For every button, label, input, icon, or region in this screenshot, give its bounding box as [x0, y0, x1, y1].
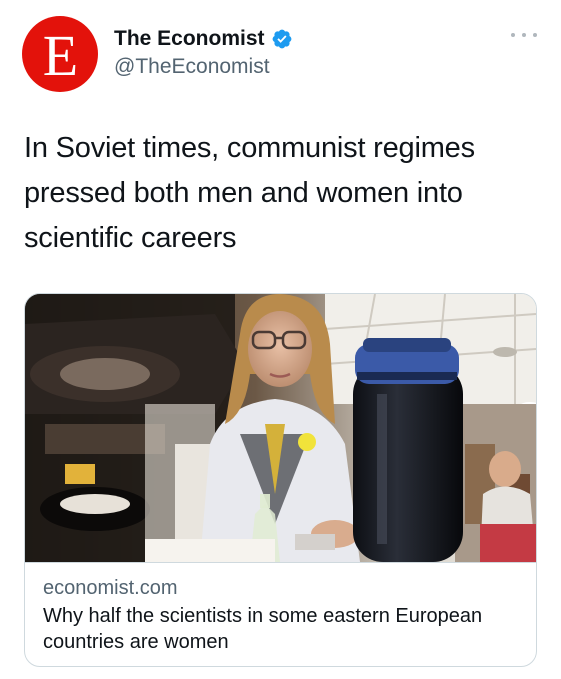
- more-dot: [522, 33, 526, 37]
- more-dot: [511, 33, 515, 37]
- tweet-text: In Soviet times, communist regimes press…: [24, 132, 475, 254]
- name-row: The Economist: [114, 26, 293, 52]
- card-image: [25, 294, 536, 562]
- more-options-icon[interactable]: [511, 30, 537, 40]
- card-title[interactable]: Why half the scientists in some eastern …: [43, 603, 503, 655]
- tweet: E The Economist @TheEconomist In Soviet …: [0, 0, 561, 679]
- avatar-logo-letter: E: [42, 23, 78, 88]
- card-meta: economist.com Why half the scientists in…: [25, 562, 536, 666]
- handle[interactable]: @TheEconomist: [114, 54, 293, 80]
- more-dot: [533, 33, 537, 37]
- author-block[interactable]: The Economist @TheEconomist: [114, 26, 293, 80]
- link-card[interactable]: economist.com Why half the scientists in…: [24, 293, 537, 667]
- verified-badge-icon: [272, 29, 291, 49]
- card-domain: economist.com: [43, 577, 178, 599]
- avatar[interactable]: E: [22, 16, 98, 92]
- display-name[interactable]: The Economist: [114, 26, 265, 52]
